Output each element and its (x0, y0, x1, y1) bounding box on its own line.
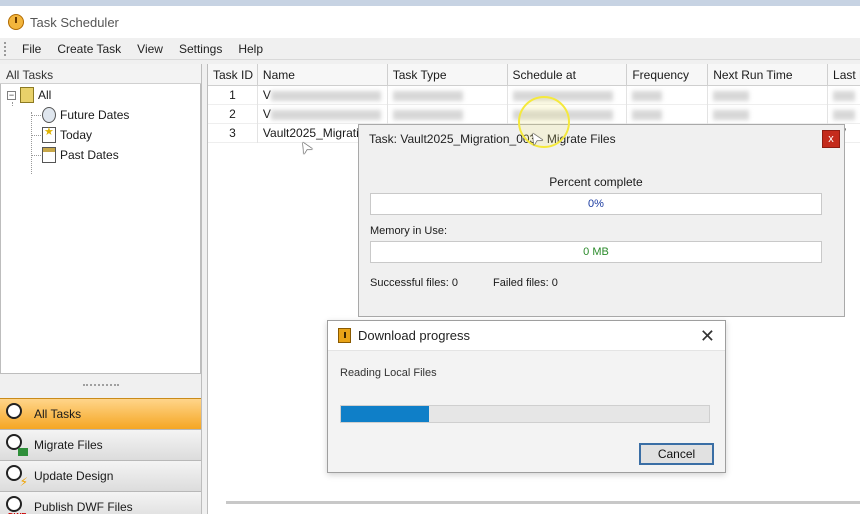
memory-label: Memory in Use: (370, 225, 448, 237)
nav-label: Update Design (34, 469, 114, 483)
menu-create-task[interactable]: Create Task (49, 42, 129, 56)
column-frequency[interactable]: Frequency (627, 64, 709, 86)
cell-name: V (258, 86, 388, 105)
redacted-text (392, 90, 463, 101)
percent-complete-value: 0% (370, 193, 822, 215)
nav-update-design[interactable]: ⚡ Update Design (0, 460, 201, 491)
tree-item-all[interactable]: − All (7, 86, 51, 104)
calendar-icon (42, 147, 56, 163)
vault-icon (338, 328, 351, 343)
download-progress-bar (340, 405, 710, 423)
nav-migrate-files[interactable]: Migrate Files (0, 429, 201, 460)
close-icon[interactable]: ✕ (700, 327, 715, 345)
cell-last-run (828, 86, 860, 105)
menu-file[interactable]: File (14, 42, 49, 56)
failed-files-count: Failed files: 0 (493, 277, 558, 289)
tree-item-label: Future Dates (60, 108, 130, 122)
redacted-text (833, 90, 856, 101)
horizontal-scrollbar[interactable] (226, 501, 860, 504)
redacted-text (392, 109, 463, 120)
menu-view[interactable]: View (129, 42, 171, 56)
grid-header: Task ID Name Task Type Schedule at Frequ… (208, 64, 860, 86)
menu-bar: File Create Task View Settings Help (0, 38, 860, 60)
redacted-text (270, 109, 381, 120)
star-calendar-icon (42, 125, 56, 143)
cell-next-run-time (708, 86, 829, 105)
tree-item-label: All (38, 88, 52, 102)
redacted-text (713, 109, 750, 120)
menu-settings[interactable]: Settings (171, 42, 230, 56)
column-next-run-time[interactable]: Next Run Time (708, 64, 829, 86)
redacted-text (833, 109, 856, 120)
left-panel-header: All Tasks (0, 64, 201, 84)
clock-migrate-icon (6, 434, 28, 456)
nav-label: Migrate Files (34, 438, 103, 452)
menubar-grip (4, 41, 8, 56)
cell-frequency (627, 86, 709, 105)
nav-label: All Tasks (34, 407, 82, 421)
left-panel: All Tasks − All Future Dates Today Past … (0, 64, 202, 514)
cell-task-id: 1 (208, 86, 258, 105)
task-progress-dialog: Task: Vault2025_Migration_003 - Migrate … (358, 124, 845, 317)
memory-value: 0 MB (370, 241, 822, 263)
close-button[interactable]: x (822, 130, 840, 148)
menu-help[interactable]: Help (230, 42, 271, 56)
percent-complete-label: Percent complete (549, 175, 643, 189)
download-dialog-title: Download progress (358, 328, 471, 343)
download-status: Reading Local Files (340, 367, 437, 379)
column-schedule-at[interactable]: Schedule at (508, 64, 628, 86)
column-last-run[interactable]: Last R (828, 64, 860, 86)
clock-dwf-icon: DWF (6, 496, 28, 514)
clock-bolt-icon: ⚡ (6, 465, 28, 488)
tree-item-past-dates[interactable]: Past Dates (42, 146, 119, 164)
redacted-text (713, 90, 750, 101)
download-progress-fill (341, 406, 430, 422)
cell-last-run (828, 105, 860, 124)
nav-label: Publish DWF Files (34, 500, 133, 514)
nav-publish-dwf[interactable]: DWF Publish DWF Files (0, 491, 201, 514)
window-title: Task Scheduler (30, 14, 119, 30)
column-task-type[interactable]: Task Type (388, 64, 508, 86)
nav-all-tasks[interactable]: All Tasks (0, 398, 201, 429)
folder-icon (20, 87, 34, 103)
panel-splitter[interactable] (0, 374, 201, 398)
tree-item-label: Today (60, 128, 93, 142)
cell-frequency (627, 105, 709, 124)
redacted-text (632, 109, 663, 120)
cell-task-id: 2 (208, 105, 258, 124)
cell-next-run-time (708, 105, 829, 124)
cell-name: V (258, 105, 388, 124)
tree-item-future-dates[interactable]: Future Dates (42, 106, 129, 124)
cell-task-id: 3 (208, 124, 258, 143)
redacted-text (512, 90, 613, 101)
clock-list-icon (6, 403, 28, 425)
download-progress-dialog: Download progress ✕ Reading Local Files … (327, 320, 726, 473)
column-task-id[interactable]: Task ID (208, 64, 258, 86)
clock-icon (8, 14, 24, 30)
cancel-button[interactable]: Cancel (639, 443, 714, 465)
task-tree: − All Future Dates Today Past Dates (0, 84, 201, 374)
successful-files-count: Successful files: 0 (370, 277, 459, 289)
redacted-text (270, 90, 381, 101)
task-dialog-titlebar: Task: Vault2025_Migration_003 - Migrate … (359, 125, 844, 153)
cell-task-type (388, 86, 508, 105)
cell-task-type (388, 105, 508, 124)
column-name[interactable]: Name (258, 64, 388, 86)
collapse-icon[interactable]: − (7, 90, 16, 100)
globe-calendar-icon (42, 107, 56, 123)
title-bar: Task Scheduler (0, 0, 860, 38)
download-dialog-titlebar: Download progress ✕ (328, 321, 725, 351)
redacted-text (632, 90, 663, 101)
tree-item-label: Past Dates (60, 148, 119, 162)
tree-item-today[interactable]: Today (42, 125, 93, 144)
task-dialog-title: Task: Vault2025_Migration_003 - Migrate … (369, 132, 616, 146)
